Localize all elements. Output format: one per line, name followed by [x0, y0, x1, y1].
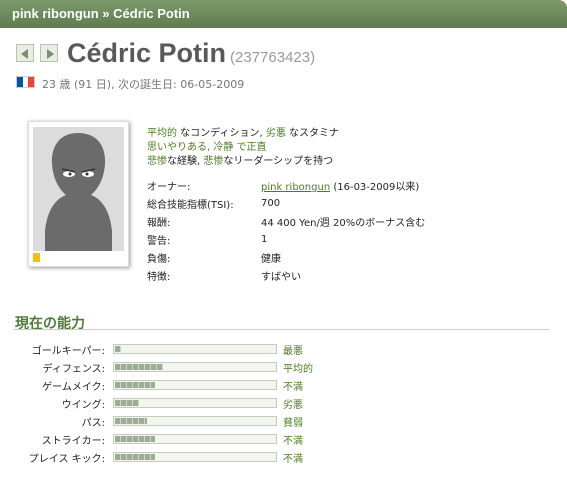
specialty-label: 特徴: — [147, 271, 171, 283]
skill-level-link[interactable]: 最悪 — [283, 342, 303, 357]
france-flag-icon[interactable] — [16, 76, 35, 88]
skill-bar — [113, 380, 277, 390]
warnings-label: 警告: — [147, 235, 171, 247]
skill-bar-fill — [115, 364, 163, 370]
specialty-row: 特徴: すばやい — [147, 266, 425, 284]
form-link[interactable]: 平均的 — [147, 128, 177, 139]
breadcrumb-team-link[interactable]: pink ribongun — [12, 6, 99, 21]
skill-label: パス: — [81, 418, 105, 429]
experience-text: な経験, — [167, 156, 204, 167]
skill-bar-fill — [115, 454, 155, 460]
skill-level-link[interactable]: 劣悪 — [283, 396, 303, 411]
skill-row-playmaking: ゲームメイク: 不満 — [0, 377, 567, 393]
experience-line: 悲惨な経験, 悲惨なリーダーシップを持つ — [147, 155, 339, 169]
skill-level-link[interactable]: 不満 — [283, 432, 303, 447]
player-name-heading: Cédric Potin (237763423) — [67, 38, 315, 69]
next-player-button[interactable] — [40, 44, 58, 62]
skill-label: プレイス キック: — [28, 454, 105, 465]
skill-bar — [113, 362, 277, 372]
tsi-row: 総合技能指標(TSI): 700 — [147, 194, 425, 212]
warnings-value: 1 — [261, 233, 268, 245]
form-text: なコンディション, — [177, 128, 266, 139]
specialty-value: すばやい — [261, 271, 301, 283]
skill-label: ウイング: — [61, 400, 105, 411]
honesty-value: で正直 — [233, 142, 267, 153]
skill-row-scoring: ストライカー: 不満 — [0, 431, 567, 447]
breadcrumb-separator: » — [102, 6, 110, 21]
player-attributes: 平均的 なコンディション, 劣悪 なスタミナ 思いやりある, 冷静 で正直 悲惨… — [147, 127, 339, 169]
stamina-text: なスタミナ — [285, 128, 340, 139]
skill-row-defending: ディフェンス: 平均的 — [0, 359, 567, 375]
skill-bar-fill — [115, 382, 155, 388]
arrow-left-icon — [21, 49, 28, 59]
stamina-link[interactable]: 劣悪 — [266, 128, 286, 139]
breadcrumb: pink ribongun » Cédric Potin — [12, 6, 190, 21]
injury-row: 負傷: 健康 — [147, 248, 425, 266]
leadership-text: なリーダーシップを持つ — [223, 156, 334, 167]
aggression-value: 冷静 — [213, 142, 234, 153]
skill-bar — [113, 344, 277, 354]
salary-row: 報酬: 44 400 Yen/週 20%のボーナス含む — [147, 212, 425, 230]
skill-level-link[interactable]: 不満 — [283, 378, 303, 393]
header-bar: pink ribongun » Cédric Potin — [0, 0, 567, 28]
skill-row-passing: パス: 貧弱 — [0, 413, 567, 429]
skill-row-keeper: ゴールキーパー: 最悪 — [0, 341, 567, 357]
skill-label: ストライカー: — [41, 436, 105, 447]
warnings-row: 警告: 1 — [147, 230, 425, 248]
skill-bar-fill — [115, 436, 155, 442]
skill-label: ディフェンス: — [42, 364, 105, 375]
skill-row-set-pieces: プレイス キック: 不満 — [0, 449, 567, 465]
tsi-label: 総合技能指標(TSI): — [147, 199, 234, 211]
owner-since: (16-03-2009以来) — [330, 181, 420, 193]
tsi-value: 700 — [261, 197, 281, 209]
skill-bar-fill — [115, 418, 147, 424]
skill-bar-fill — [115, 346, 121, 352]
player-id: (237763423) — [230, 49, 316, 66]
age-line: 23 歳 (91 日), 次の誕生日: 06-05-2009 — [42, 78, 245, 91]
silhouette-icon — [45, 133, 112, 251]
skill-label: ゲームメイク: — [42, 382, 105, 393]
personality-line: 思いやりある, 冷静 で正直 — [147, 141, 339, 155]
personality-value: 思いやりある, — [147, 142, 214, 153]
yellow-card-icon — [33, 253, 40, 262]
condition-line: 平均的 なコンディション, 劣悪 なスタミナ — [147, 127, 339, 141]
skill-bar — [113, 452, 277, 462]
owner-row: オーナー: pink ribongun (16-03-2009以来) — [147, 176, 425, 194]
avatar — [33, 127, 124, 251]
skill-row-winger: ウイング: 劣悪 — [0, 395, 567, 411]
player-avatar-frame — [28, 121, 129, 267]
skill-label: ゴールキーパー: — [31, 346, 105, 357]
breadcrumb-player: Cédric Potin — [113, 6, 190, 21]
salary-value: 44 400 Yen/週 20%のボーナス含む — [261, 217, 426, 229]
skill-bar — [113, 398, 277, 408]
previous-player-button[interactable] — [16, 44, 34, 62]
skill-bar — [113, 434, 277, 444]
owner-label: オーナー: — [147, 181, 191, 193]
arrow-right-icon — [47, 49, 54, 59]
leadership-link[interactable]: 悲惨 — [203, 156, 223, 167]
skill-bar — [113, 416, 277, 426]
injury-label: 負傷: — [147, 253, 171, 265]
injury-value: 健康 — [261, 253, 281, 265]
player-info-table: オーナー: pink ribongun (16-03-2009以来) 総合技能指… — [147, 176, 425, 284]
skill-bar-fill — [115, 400, 139, 406]
skill-level-link[interactable]: 貧弱 — [283, 414, 303, 429]
owner-link[interactable]: pink ribongun — [261, 182, 330, 193]
player-name: Cédric Potin — [67, 38, 227, 68]
skills-section-title: 現在の能力 — [15, 315, 85, 331]
section-divider — [13, 329, 549, 330]
skill-level-link[interactable]: 不満 — [283, 450, 303, 465]
salary-label: 報酬: — [147, 217, 171, 229]
skill-level-link[interactable]: 平均的 — [283, 360, 313, 375]
experience-link[interactable]: 悲惨 — [147, 156, 167, 167]
